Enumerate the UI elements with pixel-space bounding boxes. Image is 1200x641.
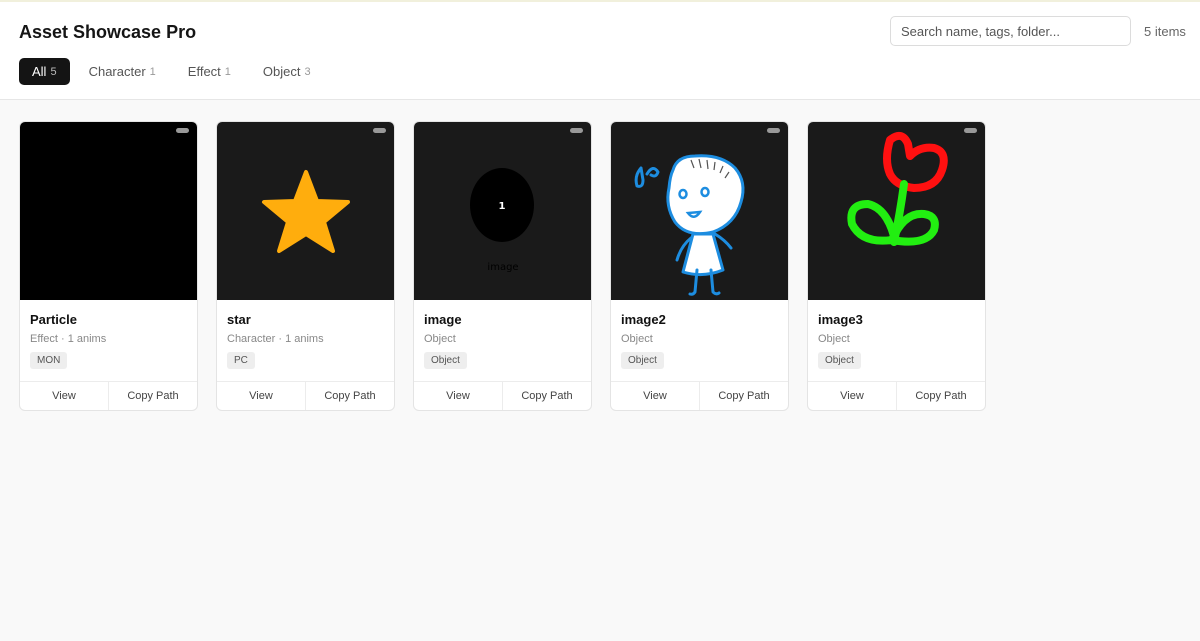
- sweat-curl: [645, 167, 660, 178]
- status-pill: [373, 128, 386, 133]
- card-actions: View Copy Path: [414, 381, 591, 410]
- tab-effect[interactable]: Effect 1: [175, 58, 244, 85]
- card-body: image3 Object Object: [808, 300, 985, 382]
- asset-meta: Character · 1 anims: [227, 333, 324, 345]
- asset-name: image3: [818, 312, 863, 327]
- card-actions: View Copy Path: [217, 381, 394, 410]
- copy-path-button[interactable]: Copy Path: [108, 382, 197, 410]
- doodle-mouth: [685, 210, 703, 218]
- asset-name: star: [227, 312, 251, 327]
- asset-grid: Particle Effect · 1 anims MON View Copy …: [19, 121, 986, 411]
- asset-name: image2: [621, 312, 666, 327]
- status-pill: [570, 128, 583, 133]
- view-button[interactable]: View: [808, 382, 896, 410]
- tab-count: 1: [149, 65, 156, 78]
- card-actions: View Copy Path: [20, 381, 197, 410]
- flower-head: [883, 131, 948, 192]
- asset-meta: Object: [424, 333, 456, 345]
- sweat-drop: [634, 166, 645, 188]
- thumb-number: 1: [499, 201, 506, 212]
- tab-label: All: [32, 64, 47, 79]
- doodle-character-image: [634, 154, 745, 296]
- view-button[interactable]: View: [217, 382, 305, 410]
- tab-object[interactable]: Object 3: [250, 58, 324, 85]
- image-preview: 1 image: [470, 168, 534, 273]
- status-pill: [767, 128, 780, 133]
- top-bar: Asset Showcase Pro 5 items All 5 Charact…: [0, 0, 1200, 100]
- asset-meta: Object: [818, 333, 850, 345]
- view-button[interactable]: View: [414, 382, 502, 410]
- asset-thumbnail[interactable]: [611, 122, 788, 300]
- card-actions: View Copy Path: [611, 381, 788, 410]
- card-body: Particle Effect · 1 anims MON: [20, 300, 197, 382]
- search-input[interactable]: [890, 16, 1131, 46]
- card-actions: View Copy Path: [808, 381, 985, 410]
- asset-name: Particle: [30, 312, 77, 327]
- copy-path-button[interactable]: Copy Path: [305, 382, 394, 410]
- asset-tag: Object: [621, 352, 664, 369]
- status-pill: [964, 128, 977, 133]
- asset-card-image3: image3 Object Object View Copy Path: [807, 121, 986, 411]
- view-button[interactable]: View: [611, 382, 699, 410]
- flower-image: [847, 131, 948, 246]
- asset-tag: PC: [227, 352, 255, 369]
- tab-all[interactable]: All 5: [19, 58, 70, 85]
- asset-meta: Object: [621, 333, 653, 345]
- asset-card-image2: image2 Object Object View Copy Path: [610, 121, 789, 411]
- asset-card-particle: Particle Effect · 1 anims MON View Copy …: [19, 121, 198, 411]
- status-pill: [176, 128, 189, 133]
- app-title: Asset Showcase Pro: [19, 22, 197, 42]
- filter-tabs: All 5 Character 1 Effect 1 Object 3: [19, 58, 330, 85]
- asset-meta: Effect · 1 anims: [30, 333, 107, 345]
- asset-tag: MON: [30, 352, 68, 369]
- asset-card-image: 1 image image Object Object View Copy Pa…: [413, 121, 592, 411]
- copy-path-button[interactable]: Copy Path: [502, 382, 591, 410]
- asset-name: image: [424, 312, 462, 327]
- asset-thumbnail[interactable]: 1 image: [414, 122, 591, 300]
- asset-thumbnail[interactable]: [217, 122, 394, 300]
- thumb-caption: image: [487, 262, 518, 273]
- asset-thumbnail[interactable]: [20, 122, 197, 300]
- asset-card-star: star Character · 1 anims PC View Copy Pa…: [216, 121, 395, 411]
- tab-count: 3: [304, 65, 311, 78]
- tab-label: Character: [88, 64, 146, 79]
- asset-tag: Object: [818, 352, 861, 369]
- tab-label: Effect: [187, 64, 221, 79]
- tab-label: Object: [262, 64, 301, 79]
- asset-tag: Object: [424, 352, 467, 369]
- item-count: 5 items: [1144, 24, 1186, 39]
- tab-character[interactable]: Character 1: [76, 58, 169, 85]
- leaf-left: [847, 200, 898, 245]
- tab-count: 1: [224, 65, 231, 78]
- card-body: image Object Object: [414, 300, 591, 382]
- asset-thumbnail[interactable]: [808, 122, 985, 300]
- view-button[interactable]: View: [20, 382, 108, 410]
- card-body: image2 Object Object: [611, 300, 788, 382]
- copy-path-button[interactable]: Copy Path: [896, 382, 985, 410]
- copy-path-button[interactable]: Copy Path: [699, 382, 788, 410]
- star-shape: [262, 170, 350, 253]
- card-body: star Character · 1 anims PC: [217, 300, 394, 382]
- tab-count: 5: [50, 65, 57, 78]
- star-image: [262, 170, 350, 253]
